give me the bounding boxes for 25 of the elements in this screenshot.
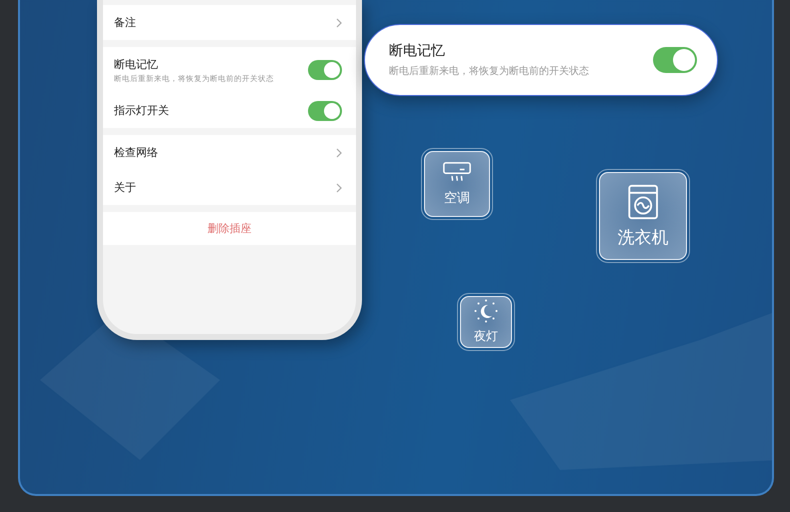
chevron-right-icon [336,182,342,192]
settings-row[interactable]: 关于 [103,170,356,205]
row-label: 检查网络 [114,145,158,160]
moon-icon [474,299,498,323]
toggle-switch[interactable] [653,47,697,73]
device-tile[interactable]: 空调 [424,151,490,217]
device-tile[interactable]: 洗衣机 [599,172,687,260]
washing-machine-icon [626,183,660,221]
settings-row[interactable]: 检查网络 [103,135,356,170]
chevron-right-icon [336,148,342,158]
row-label: 关于 [114,180,136,195]
row-label: 断电记忆 [114,56,159,72]
device-label: 洗衣机 [618,227,668,249]
air-conditioner-icon [442,161,472,184]
device-label: 空调 [444,190,470,207]
settings-row[interactable]: 备注 [103,5,356,40]
callout-description: 断电后重新来电，将恢复为断电前的开关状态 [389,64,589,78]
callout-title: 断电记忆 [389,42,446,60]
row-label: 指示灯开关 [114,103,169,118]
device-tile[interactable]: 夜灯 [460,296,512,348]
device-label: 夜灯 [474,328,498,345]
row-label: 备注 [114,15,136,30]
toggle-switch[interactable] [308,100,342,120]
toggle-switch[interactable] [308,60,342,80]
chevron-right-icon [336,18,342,28]
